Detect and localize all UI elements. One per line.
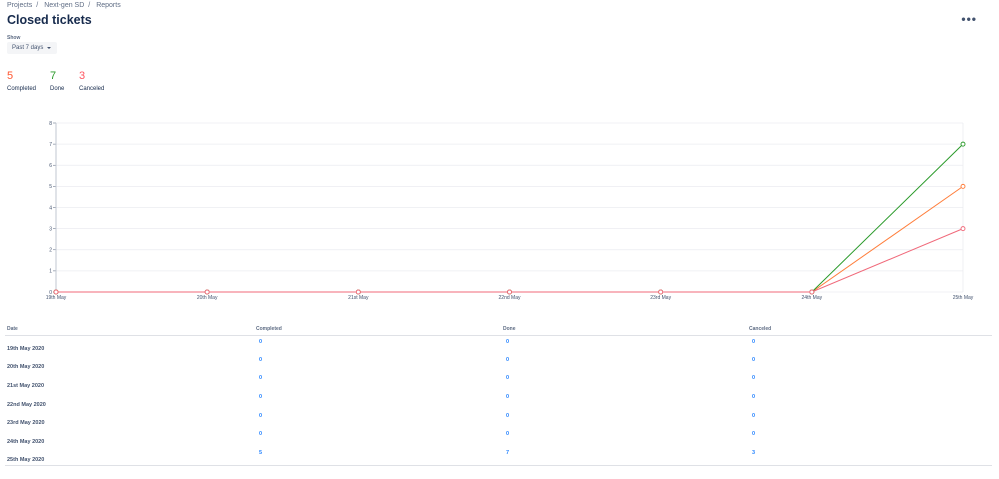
data-point: [204, 289, 210, 295]
more-horizontal-icon[interactable]: •••: [961, 12, 977, 26]
y-tick-label: 1: [49, 269, 52, 275]
stat-value: 3: [79, 70, 86, 82]
page-title: Closed tickets: [7, 13, 92, 27]
period-select-value: Past 7 days: [12, 45, 44, 51]
table-row: 22nd May 2020 0 0 0: [5, 391, 992, 410]
y-tick-label: 2: [49, 248, 52, 254]
x-tick-label: 24th May: [802, 295, 823, 301]
period-select[interactable]: Past 7 days: [7, 42, 57, 54]
x-tick-label: 19th May: [46, 295, 67, 301]
col-canceled: Canceled: [747, 323, 992, 336]
y-tick-label: 4: [49, 205, 52, 211]
filter-label: Show: [7, 35, 21, 41]
data-point: [355, 289, 361, 295]
stat-canceled: 3 Canceled: [79, 70, 104, 92]
series-line-done: [56, 143, 964, 293]
count-link[interactable]: 0: [747, 335, 992, 354]
count-link[interactable]: 0: [254, 428, 501, 447]
breadcrumb-projects[interactable]: Projects: [7, 2, 32, 9]
x-tick-label: 23rd May: [650, 295, 671, 301]
count-link[interactable]: 0: [501, 354, 747, 373]
data-point: [53, 289, 59, 295]
count-link[interactable]: 0: [254, 354, 501, 373]
stat-label: Canceled: [79, 86, 105, 92]
count-link[interactable]: 0: [254, 372, 501, 391]
col-date: Date: [5, 323, 254, 336]
count-link[interactable]: 0: [254, 410, 501, 429]
stat-done: 7 Done: [50, 70, 64, 92]
date-cell: 22nd May 2020: [7, 401, 46, 408]
series-line-completed: [56, 185, 964, 293]
breadcrumb: Projects / Next-gen SD / Reports: [7, 2, 121, 9]
date-cell: 23rd May 2020: [7, 420, 45, 427]
data-point: [960, 183, 966, 189]
y-tick-label: 3: [49, 226, 52, 232]
data-point: [809, 289, 815, 295]
x-tick-label: 20th May: [197, 295, 218, 301]
data-point: [960, 226, 966, 232]
count-link[interactable]: 0: [747, 391, 992, 410]
count-link[interactable]: 0: [501, 391, 747, 410]
table-row: 19th May 2020 0 0 0: [5, 335, 992, 354]
col-done: Done: [501, 323, 747, 336]
y-tick-label: 8: [49, 121, 52, 127]
x-tick-label: 25th May: [953, 295, 974, 301]
stat-value: 5: [7, 70, 14, 82]
count-link[interactable]: 3: [747, 447, 992, 467]
stat-value: 7: [50, 70, 57, 82]
data-point: [507, 289, 512, 295]
x-tick-label: 22nd May: [499, 295, 521, 301]
stat-label: Done: [50, 86, 65, 92]
count-link[interactable]: 0: [254, 335, 501, 354]
breadcrumb-project[interactable]: Next-gen SD: [44, 2, 84, 9]
count-link[interactable]: 0: [501, 372, 747, 391]
count-link[interactable]: 0: [747, 410, 992, 429]
count-link[interactable]: 0: [254, 391, 501, 410]
y-tick-label: 7: [49, 142, 52, 148]
chevron-down-icon: [47, 47, 51, 49]
stat-label: Completed: [7, 86, 37, 92]
count-link[interactable]: 0: [747, 372, 992, 391]
data-point: [960, 141, 966, 147]
count-link[interactable]: 5: [254, 447, 501, 467]
data-point: [658, 289, 664, 295]
count-link[interactable]: 0: [501, 335, 747, 354]
count-link[interactable]: 0: [747, 354, 992, 373]
tickets-table: Date Completed Done Canceled 19th May 20…: [5, 323, 992, 467]
table-row: 23rd May 2020 0 0 0: [5, 410, 992, 429]
table-row: 25th May 2020 5 7 3: [5, 447, 992, 467]
col-completed: Completed: [254, 323, 501, 336]
count-link[interactable]: 0: [501, 410, 747, 429]
y-tick-label: 5: [49, 184, 52, 190]
x-tick-label: 21st May: [348, 295, 369, 301]
count-link[interactable]: 7: [501, 447, 747, 467]
date-cell: 25th May 2020: [5, 447, 254, 467]
table-row: 21st May 2020 0 0 0: [5, 372, 992, 391]
breadcrumb-reports[interactable]: Reports: [96, 2, 121, 9]
series-line-canceled: [56, 228, 964, 293]
date-cell: 20th May 2020: [7, 364, 45, 371]
date-cell: 21st May 2020: [7, 383, 44, 390]
closed-tickets-chart: 01234567819th May 20th May 21st May 22nd Ma…: [46, 121, 974, 301]
table-row: 24th May 2020 0 0 0: [5, 428, 992, 447]
count-link[interactable]: 0: [501, 428, 747, 447]
table-row: 20th May 2020 0 0 0: [5, 354, 992, 373]
date-cell: 19th May 2020: [7, 345, 45, 352]
stat-completed: 5 Completed: [7, 70, 36, 92]
date-cell: 24th May 2020: [7, 439, 45, 446]
y-tick-label: 6: [49, 163, 52, 169]
count-link[interactable]: 0: [747, 428, 992, 447]
